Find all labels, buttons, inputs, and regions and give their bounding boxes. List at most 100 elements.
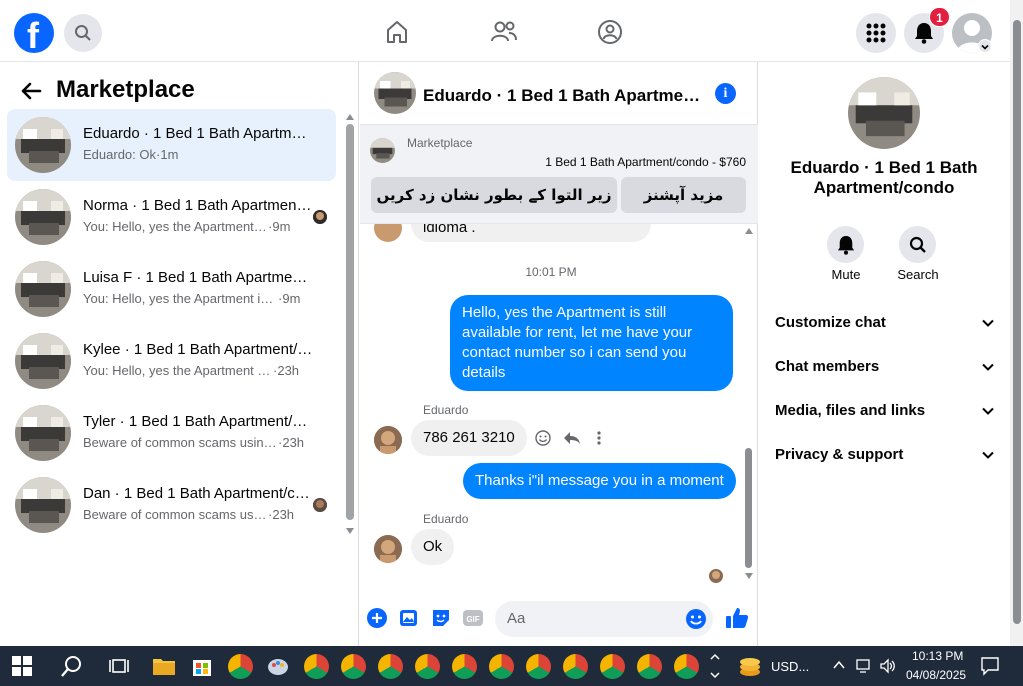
more-options-button[interactable]: مزید آپشنز [621, 177, 746, 213]
mark-as-pending-button[interactable]: زیر التوا کے بطور نشان زد کریں [371, 177, 617, 213]
conversation-preview: You: Hello, yes the Apartment is still a… [83, 291, 301, 306]
chat-panel: Eduardo · 1 Bed 1 Bath Apartment/condo i… [360, 62, 758, 646]
reply-arrow-icon[interactable] [563, 430, 581, 446]
listing-title-price[interactable]: 1 Bed 1 Bath Apartment/condo - $760 [545, 155, 746, 169]
scroll-down-arrow-icon[interactable] [346, 528, 354, 534]
volume-icon[interactable] [879, 657, 897, 675]
conversation-time: 1m [160, 147, 179, 162]
clock-date[interactable]: 04/08/2025 [906, 668, 966, 682]
sender-avatar [374, 426, 402, 454]
more-options-icon[interactable] [595, 430, 603, 446]
listing-photo[interactable] [848, 77, 920, 149]
photo-icon[interactable] [398, 607, 420, 629]
page-scrollbar-thumb[interactable] [1013, 20, 1021, 624]
clock-time[interactable]: 10:13 PM [912, 649, 963, 663]
menu-grid-icon[interactable] [856, 13, 896, 53]
currency-widget-icon[interactable] [738, 654, 762, 678]
notification-center-icon[interactable] [980, 656, 1000, 676]
listing-thumbnail[interactable] [374, 72, 416, 114]
facebook-logo[interactable]: f [14, 13, 54, 56]
media-files-links-section[interactable]: Media, files and links [775, 396, 995, 426]
top-navigation-bar: f 1 [0, 0, 1010, 62]
emoji-icon[interactable] [685, 608, 707, 630]
account-menu-chevron-icon[interactable] [978, 39, 992, 53]
conversation-time: 23h [282, 435, 305, 450]
chrome-icon[interactable] [452, 654, 477, 679]
message-bubble-outgoing: Hello, yes the Apartment is still availa… [450, 295, 733, 391]
scroll-down-arrow-icon[interactable] [745, 573, 753, 579]
conversation-item[interactable]: Dan · 1 Bed 1 Bath Apartment/condo Bewar… [7, 469, 336, 541]
chat-title[interactable]: Eduardo · 1 Bed 1 Bath Apartment/condo [423, 86, 701, 106]
chrome-icon[interactable] [674, 654, 699, 679]
sticker-icon[interactable] [430, 607, 452, 629]
conversation-item[interactable]: Norma · 1 Bed 1 Bath Apartment/condo You… [7, 181, 336, 253]
notification-count-badge: 1 [929, 7, 950, 27]
chrome-icon[interactable] [415, 654, 440, 679]
chrome-icon[interactable] [489, 654, 514, 679]
show-hidden-icons-chevron-icon[interactable] [832, 658, 846, 672]
chrome-icon[interactable] [304, 654, 329, 679]
chrome-icon[interactable] [526, 654, 551, 679]
friends-icon[interactable] [489, 17, 519, 47]
conversation-item[interactable]: Eduardo · 1 Bed 1 Bath Apartment/condo E… [7, 109, 336, 181]
conversation-item[interactable]: Kylee · 1 Bed 1 Bath Apartment/condo You… [7, 325, 336, 397]
sender-avatar [374, 224, 402, 242]
conversation-name: Tyler · 1 Bed 1 Bath Apartment/condo [83, 413, 313, 430]
back-arrow-icon[interactable] [20, 80, 42, 102]
store-icon[interactable] [190, 654, 214, 678]
task-view-icon[interactable] [108, 654, 132, 678]
listing-thumbnail [15, 405, 71, 461]
listing-thumbnail[interactable] [370, 138, 395, 163]
conversation-preview: Eduardo: Ok · 1m [83, 147, 179, 162]
info-icon[interactable]: i [715, 83, 736, 104]
banner-label: Marketplace [407, 136, 473, 150]
windows-start-icon[interactable] [12, 656, 32, 676]
conversation-item[interactable]: Luisa F · 1 Bed 1 Bath Apartment/condo Y… [7, 253, 336, 325]
chat-members-section[interactable]: Chat members [775, 352, 995, 382]
thumbs-up-icon[interactable] [725, 607, 749, 629]
windows-taskbar: USD... 10:13 PM 04/08/2025 [0, 646, 1023, 686]
message-input[interactable]: Aa [495, 601, 713, 637]
conversation-time: 9m [272, 219, 291, 234]
search-icon[interactable] [60, 654, 84, 678]
listing-thumbnail [15, 261, 71, 317]
chrome-icon[interactable] [228, 654, 253, 679]
chrome-icon[interactable] [378, 654, 403, 679]
search-label: Search [897, 267, 939, 282]
conversation-item[interactable]: Tyler · 1 Bed 1 Bath Apartment/condo Bew… [7, 397, 336, 469]
chevron-down-icon [981, 404, 995, 418]
gif-icon[interactable]: GIF [462, 607, 484, 629]
message-bubble-incoming: idioma . [411, 224, 651, 242]
paint-icon[interactable] [266, 654, 290, 678]
panel-title: Marketplace [56, 76, 195, 103]
conversation-name: Kylee · 1 Bed 1 Bath Apartment/condo [83, 341, 313, 358]
scrollbar[interactable] [346, 124, 354, 520]
chrome-icon[interactable] [341, 654, 366, 679]
chrome-icon[interactable] [563, 654, 588, 679]
search-in-chat-button[interactable] [899, 226, 936, 263]
conversation-name: Dan · 1 Bed 1 Bath Apartment/condo [83, 485, 313, 502]
privacy-support-section[interactable]: Privacy & support [775, 440, 995, 470]
page-scrollbar[interactable] [1010, 0, 1023, 646]
react-emoji-icon[interactable] [535, 430, 551, 446]
currency-widget-label[interactable]: USD... [771, 659, 809, 674]
details-title: Eduardo · 1 Bed 1 Bath Apartment/condo [790, 158, 978, 197]
svg-text:GIF: GIF [466, 615, 479, 624]
taskbar-overflow-arrows-icon[interactable] [709, 650, 721, 682]
home-icon[interactable] [382, 17, 412, 47]
sender-name: Eduardo [423, 403, 469, 417]
plus-icon[interactable] [366, 607, 388, 629]
mute-button[interactable] [827, 226, 864, 263]
read-receipt-avatar [313, 498, 327, 512]
scrollbar[interactable] [745, 448, 752, 568]
groups-icon[interactable] [595, 17, 625, 47]
mute-label: Mute [831, 267, 861, 282]
file-explorer-icon[interactable] [152, 654, 176, 678]
scroll-up-arrow-icon[interactable] [745, 228, 753, 234]
network-icon[interactable] [856, 658, 874, 674]
customize-chat-section[interactable]: Customize chat [775, 308, 995, 338]
scroll-up-arrow-icon[interactable] [346, 114, 354, 120]
chrome-icon[interactable] [600, 654, 625, 679]
search-icon[interactable] [64, 14, 102, 52]
chrome-icon[interactable] [637, 654, 662, 679]
